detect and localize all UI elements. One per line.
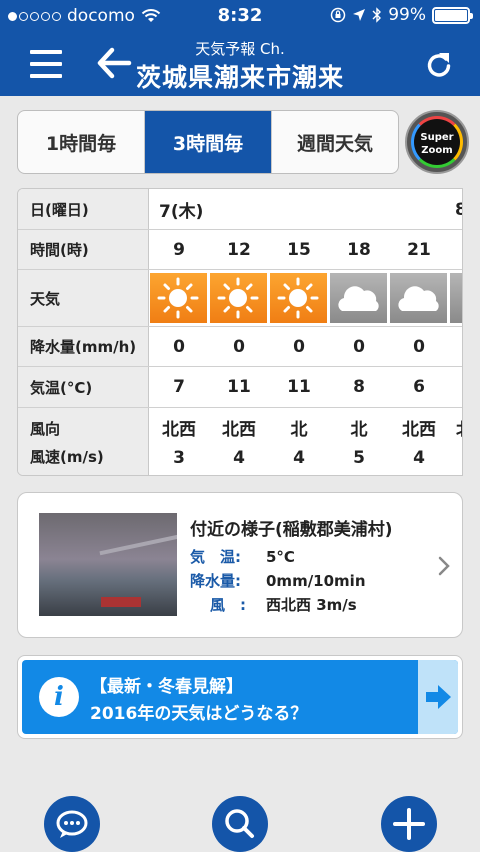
- tab-weekly[interactable]: 週間天気: [272, 111, 398, 173]
- search-button[interactable]: [212, 796, 268, 852]
- sunny-icon: [270, 273, 327, 323]
- temp-cell: 7: [173, 377, 185, 397]
- chevron-right-icon: [438, 556, 450, 576]
- nearby-conditions-card[interactable]: 付近の様子(稲敷郡美浦村) 気 温: 5°C 降水量: 0mm/10min 風 :西…: [17, 492, 463, 638]
- nearby-precip: 降水量: 0mm/10min: [190, 572, 366, 590]
- time-cell: 9: [173, 239, 185, 260]
- wind-cell: 北西 4: [222, 420, 256, 468]
- refresh-icon[interactable]: [424, 50, 454, 80]
- chat-icon: [56, 810, 88, 838]
- location-icon: [353, 9, 366, 21]
- sunny-icon: [150, 273, 207, 323]
- next-date-partial: 8: [455, 189, 462, 230]
- forecast-tabs: 1時間毎 3時間毎 週間天気: [17, 110, 399, 174]
- news-banner[interactable]: i 【最新・冬春見解】 2016年の天気はどうなる？: [17, 655, 463, 739]
- time-row: 時間(時) 9 12 15 18 21: [18, 230, 462, 270]
- temp-cell: 11: [227, 377, 251, 397]
- cloudy-icon: [390, 273, 447, 323]
- battery-percent: 99%: [388, 5, 426, 25]
- precip-cell: 0: [173, 336, 185, 357]
- sunny-icon: [210, 273, 267, 323]
- wind-label: 風向 風速(m/s): [18, 408, 149, 475]
- menu-icon: [30, 50, 62, 54]
- time-cell: 12: [227, 239, 251, 260]
- cloudy-icon: [450, 273, 462, 323]
- precip-cell: 0: [293, 336, 305, 357]
- tab-3-hourly[interactable]: 3時間毎: [145, 111, 272, 173]
- battery-icon: [432, 6, 473, 24]
- weather-row: 天気: [18, 270, 462, 327]
- precip-label: 降水量(mm/h): [18, 327, 149, 366]
- weather-label: 天気: [18, 270, 149, 326]
- status-right: 99%: [330, 5, 473, 25]
- date-row: 日(曜日) 7(木) 8: [18, 189, 462, 230]
- page-title: 茨城県潮来市潮来: [135, 63, 344, 92]
- time-label: 時間(時): [18, 230, 149, 269]
- info-icon: i: [39, 677, 79, 717]
- header-subtitle: 天気予報 Ch.: [195, 40, 285, 58]
- forecast-table[interactable]: 日(曜日) 7(木) 8 時間(時) 9 12 15 18 21 天気: [17, 188, 463, 476]
- app-header: docomo 8:32 99% 天気予報 Ch. 茨城県潮来市潮来: [0, 0, 480, 96]
- wind-row: 風向 風速(m/s) 北西 3 北西 4 北 4 北 5 北西 4 北: [18, 408, 462, 475]
- tab-hourly[interactable]: 1時間毎: [18, 111, 145, 173]
- chat-button[interactable]: [44, 796, 100, 852]
- live-camera-photo: [39, 513, 177, 616]
- super-zoom-icon: Super Zoom: [411, 116, 463, 168]
- precip-cell: 0: [353, 336, 365, 357]
- wind-cell: 北西 3: [162, 420, 196, 468]
- status-bar: docomo 8:32 99%: [0, 0, 480, 32]
- temp-cell: 11: [287, 377, 311, 397]
- wind-cell: 北 5: [350, 420, 368, 468]
- arrow-right-icon: [426, 685, 451, 709]
- precip-cell: 0: [233, 336, 245, 357]
- precip-row: 降水量(mm/h) 0 0 0 0 0: [18, 327, 462, 367]
- date-label: 日(曜日): [18, 189, 149, 229]
- time-cell: 21: [407, 239, 431, 260]
- nearby-temp: 気 温: 5°C: [190, 548, 295, 566]
- super-zoom-button[interactable]: Super Zoom: [405, 110, 469, 174]
- add-button[interactable]: [381, 796, 437, 852]
- banner-headline: 【最新・冬春見解】: [90, 677, 243, 697]
- temp-cell: 6: [413, 377, 425, 397]
- date-value: 7(木): [159, 202, 204, 222]
- bluetooth-icon: [372, 7, 382, 23]
- temp-cell: 8: [353, 377, 365, 397]
- temp-label: 気温(°C): [18, 367, 149, 407]
- menu-button[interactable]: [30, 50, 62, 78]
- back-arrow-icon[interactable]: [96, 46, 132, 80]
- rotation-lock-icon: [330, 7, 346, 23]
- nearby-title: 付近の様子(稲敷郡美浦村): [190, 520, 393, 540]
- wind-cell: 北 4: [290, 420, 308, 468]
- temp-row: 気温(°C) 7 11 11 8 6: [18, 367, 462, 408]
- search-icon: [225, 809, 254, 838]
- nearby-wind: 風 : 西北西 3m/s: [210, 596, 357, 614]
- time-cell: 15: [287, 239, 311, 260]
- wind-cell: 北西 4: [402, 420, 436, 468]
- wind-cell-partial: 北: [456, 416, 462, 444]
- precip-cell: 0: [413, 336, 425, 357]
- time-cell: 18: [347, 239, 371, 260]
- cloudy-icon: [330, 273, 387, 323]
- banner-text: 2016年の天気はどうなる？: [90, 704, 308, 724]
- add-icon: [393, 808, 425, 840]
